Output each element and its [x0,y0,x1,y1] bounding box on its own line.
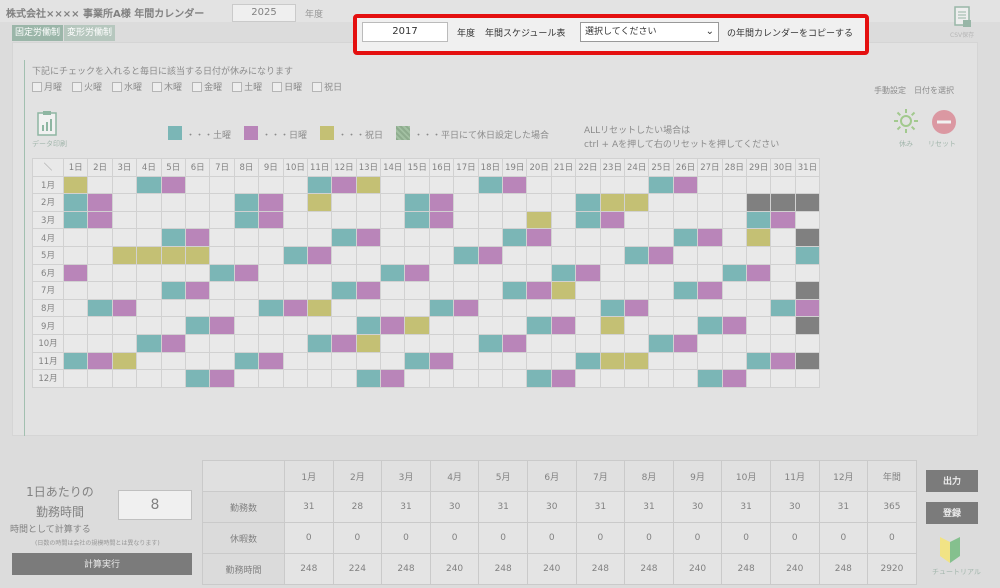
modal-overlay [0,0,1000,588]
chevron-down-icon: ⌄ [705,26,714,37]
copy-year-input[interactable]: 2017 [362,22,448,42]
copy-source-select[interactable]: 選択してください ⌄ [580,22,719,42]
copy-schedule-label: 年間スケジュール表 [485,29,566,39]
copy-nendo-label: 年度 [457,29,476,39]
copy-source-select-value: 選択してください [585,27,657,37]
copy-action-label[interactable]: の年間カレンダーをコピーする [727,26,853,39]
